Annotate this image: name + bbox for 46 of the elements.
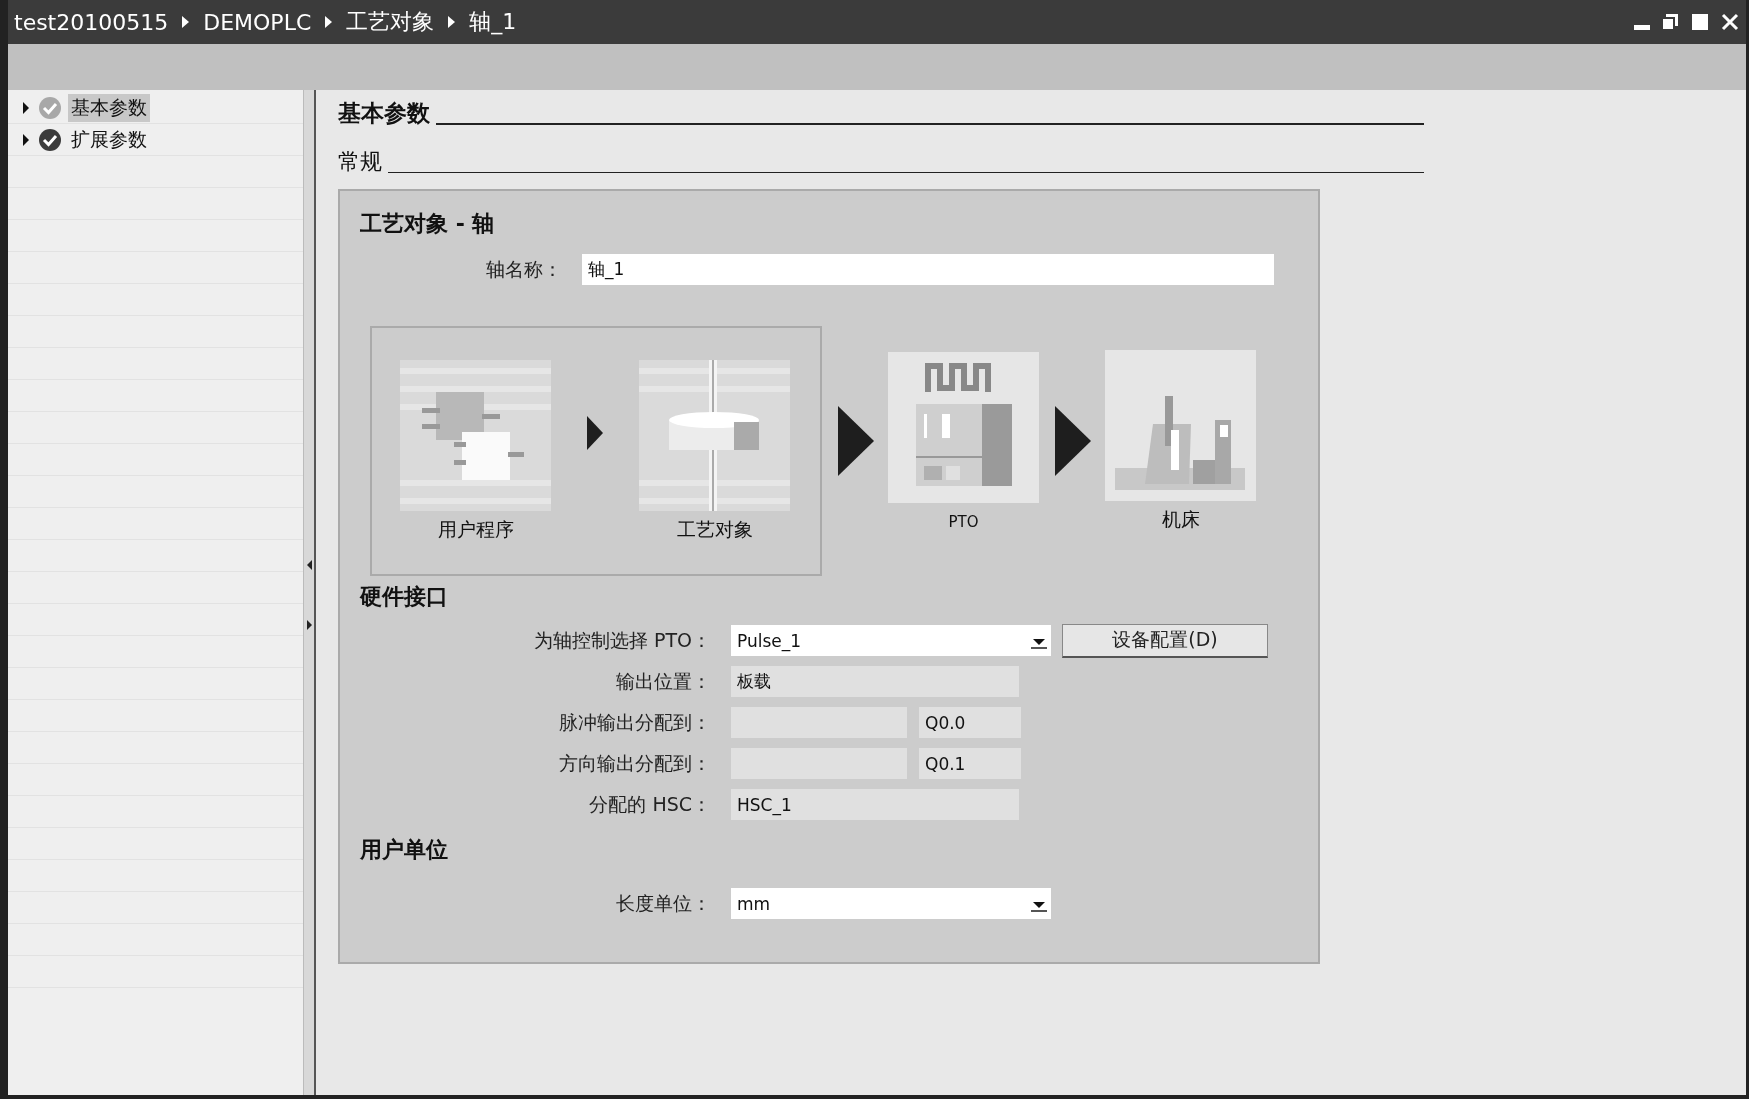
device-config-button[interactable]: 设备配置(D) bbox=[1062, 623, 1268, 658]
stage-label: 用户程序 bbox=[437, 517, 514, 542]
flow-arrow-icon bbox=[838, 406, 874, 476]
stage-label: 机床 bbox=[1161, 506, 1200, 532]
tree-item[interactable]: 扩展参数 bbox=[68, 125, 150, 154]
minimize-icon bbox=[1634, 25, 1650, 30]
dropdown-field[interactable]: mm bbox=[731, 888, 1051, 919]
check-icon bbox=[39, 128, 61, 151]
field-label: 分配的 HSC： bbox=[588, 791, 712, 817]
field-label: 脉冲输出分配到： bbox=[558, 709, 712, 735]
breadcrumb-item[interactable]: 轴_1 bbox=[469, 7, 517, 37]
breadcrumb-item[interactable]: test20100515 bbox=[14, 9, 169, 35]
field-label: 长度单位： bbox=[615, 890, 712, 916]
field-label: 轴名称： bbox=[485, 256, 563, 282]
breadcrumb-separator-icon bbox=[325, 16, 333, 28]
expand-arrow-icon bbox=[305, 620, 313, 630]
panel-title: 工艺对象 - 轴 bbox=[360, 210, 496, 238]
field-label: 为轴控制选择 PTO： bbox=[532, 627, 712, 653]
readonly-field: 板载 bbox=[731, 666, 1019, 697]
collapse-arrow-icon bbox=[305, 560, 313, 570]
subsection-title: 常规 bbox=[338, 148, 382, 176]
tree-item[interactable]: 基本参数 bbox=[68, 93, 150, 122]
field-label: 方向输出分配到： bbox=[558, 750, 712, 776]
restore-icon bbox=[1660, 12, 1680, 32]
section-heading: 硬件接口 bbox=[360, 583, 449, 611]
dropdown-arrow-icon bbox=[1031, 638, 1047, 649]
close-icon bbox=[1720, 12, 1740, 32]
breadcrumb-separator-icon bbox=[448, 16, 456, 28]
stage-label: 工艺对象 bbox=[676, 517, 753, 542]
readonly-field: Q0.0 bbox=[919, 707, 1021, 738]
breadcrumb-separator-icon bbox=[182, 16, 190, 28]
breadcrumb-item[interactable]: DEMOPLC bbox=[203, 9, 312, 35]
maximize-icon bbox=[1690, 12, 1710, 32]
field-label: 输出位置： bbox=[615, 668, 712, 694]
dropdown-field[interactable]: Pulse_1 bbox=[731, 625, 1051, 656]
readonly-field: Q0.1 bbox=[919, 748, 1021, 779]
check-icon bbox=[39, 96, 61, 119]
flow-arrow-icon bbox=[587, 416, 603, 450]
axis-name-field[interactable]: 轴_1 bbox=[582, 254, 1274, 285]
flow-arrow-icon bbox=[1055, 406, 1091, 476]
dropdown-arrow-icon bbox=[1031, 901, 1047, 912]
stage-label: PTO bbox=[948, 512, 979, 531]
readonly-field: HSC_1 bbox=[731, 789, 1019, 820]
section-title: 基本参数 bbox=[338, 99, 430, 128]
breadcrumb-item[interactable]: 工艺对象 bbox=[346, 7, 435, 37]
section-heading: 用户单位 bbox=[360, 836, 449, 864]
